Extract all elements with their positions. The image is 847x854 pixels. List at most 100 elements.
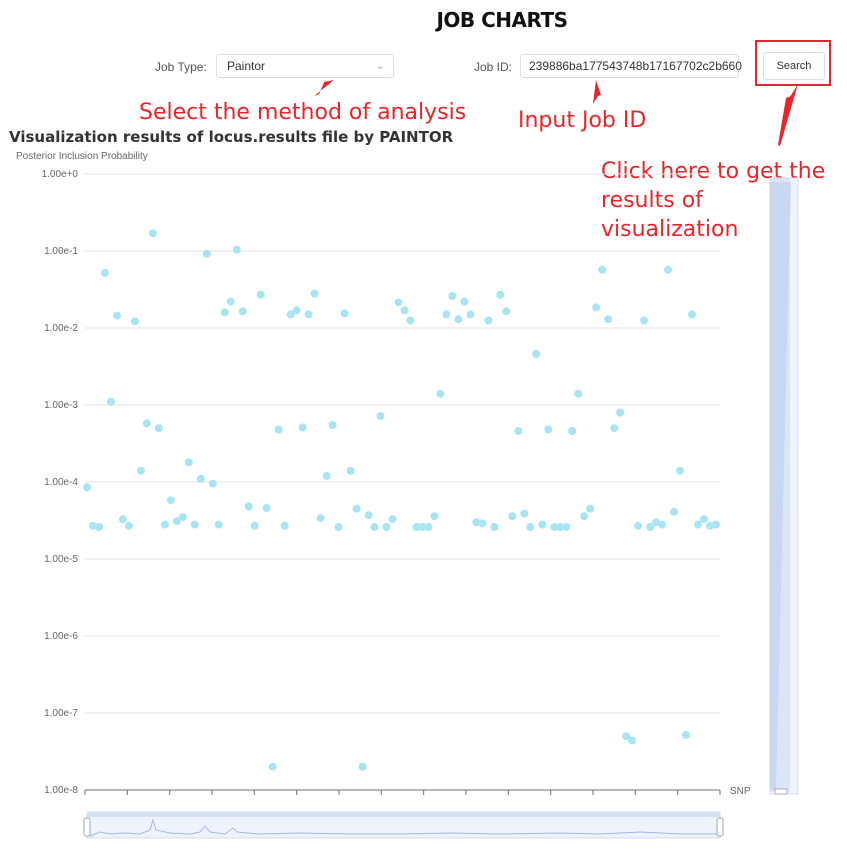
data-point[interactable] — [250, 521, 259, 530]
data-point[interactable] — [538, 520, 547, 529]
data-point[interactable] — [448, 292, 457, 300]
data-point[interactable] — [298, 423, 307, 432]
data-point[interactable] — [190, 520, 199, 529]
data-point[interactable] — [154, 424, 163, 433]
data-point[interactable] — [568, 427, 577, 435]
vertical-slider-handle[interactable] — [774, 788, 788, 795]
data-point[interactable] — [148, 229, 157, 238]
data-point[interactable] — [113, 311, 121, 320]
data-point[interactable] — [682, 730, 690, 739]
data-point[interactable] — [514, 427, 523, 435]
data-point[interactable] — [232, 245, 241, 254]
data-point[interactable] — [508, 512, 517, 521]
data-point[interactable] — [196, 474, 205, 483]
data-point[interactable] — [406, 316, 415, 325]
data-point[interactable] — [244, 502, 253, 511]
data-point[interactable] — [544, 425, 553, 434]
data-point[interactable] — [382, 523, 391, 531]
data-point[interactable] — [526, 523, 535, 531]
data-point[interactable] — [454, 315, 463, 324]
data-point[interactable] — [310, 289, 319, 298]
data-point[interactable] — [274, 425, 283, 434]
data-point[interactable] — [598, 265, 607, 274]
data-point[interactable] — [304, 310, 313, 319]
data-point[interactable] — [124, 521, 133, 530]
data-point[interactable] — [388, 515, 397, 524]
zoom-handle-left[interactable] — [83, 817, 91, 837]
data-point[interactable] — [496, 290, 505, 299]
data-point[interactable] — [592, 303, 601, 312]
data-point[interactable] — [712, 520, 720, 529]
data-point[interactable] — [130, 317, 139, 326]
data-point[interactable] — [226, 297, 235, 306]
zoom-handle-right[interactable] — [716, 817, 724, 837]
data-point[interactable] — [316, 514, 325, 523]
data-point[interactable] — [358, 762, 367, 771]
data-point[interactable] — [238, 307, 247, 316]
data-point[interactable] — [184, 458, 193, 467]
data-point[interactable] — [502, 307, 511, 316]
data-point[interactable] — [424, 523, 433, 531]
data-point[interactable] — [628, 736, 637, 745]
data-point[interactable] — [202, 249, 211, 258]
data-point[interactable] — [586, 504, 595, 513]
data-point[interactable] — [178, 513, 187, 522]
data-point[interactable] — [616, 408, 625, 417]
data-point[interactable] — [101, 268, 109, 277]
data-point[interactable] — [658, 520, 667, 529]
data-point[interactable] — [688, 310, 696, 319]
data-point[interactable] — [520, 509, 529, 518]
data-point[interactable] — [364, 511, 373, 520]
data-point[interactable] — [430, 512, 439, 521]
data-point[interactable] — [484, 316, 493, 325]
data-point[interactable] — [334, 523, 343, 531]
data-point[interactable] — [328, 421, 337, 429]
data-point[interactable] — [340, 309, 349, 318]
data-point[interactable] — [118, 515, 127, 524]
data-point[interactable] — [346, 466, 355, 475]
data-point[interactable] — [400, 306, 409, 315]
data-point[interactable] — [562, 523, 571, 531]
data-point[interactable] — [460, 297, 469, 306]
data-point[interactable] — [256, 290, 265, 299]
data-point[interactable] — [142, 419, 151, 428]
data-point[interactable] — [394, 298, 403, 307]
data-point[interactable] — [670, 507, 679, 516]
data-point[interactable] — [376, 412, 385, 420]
data-point[interactable] — [370, 523, 379, 531]
data-point[interactable] — [676, 466, 685, 475]
data-point[interactable] — [610, 424, 619, 433]
data-point[interactable] — [352, 504, 361, 513]
data-point[interactable] — [322, 471, 331, 480]
data-point[interactable] — [262, 504, 271, 512]
data-point[interactable] — [640, 316, 649, 325]
data-point[interactable] — [166, 496, 175, 505]
data-point[interactable] — [664, 265, 673, 274]
data-point[interactable] — [436, 389, 445, 398]
data-point[interactable] — [604, 315, 613, 324]
data-point[interactable] — [160, 520, 169, 529]
data-point[interactable] — [478, 519, 487, 528]
data-point[interactable] — [208, 479, 217, 488]
data-point[interactable] — [466, 310, 475, 319]
data-point[interactable] — [694, 520, 702, 529]
data-point[interactable] — [490, 523, 499, 531]
data-point[interactable] — [83, 483, 91, 492]
data-point[interactable] — [292, 306, 301, 315]
data-point[interactable] — [268, 762, 277, 771]
horizontal-data-zoom[interactable] — [83, 811, 724, 839]
data-point[interactable] — [532, 350, 541, 358]
data-point[interactable] — [442, 310, 451, 319]
data-point[interactable] — [634, 521, 643, 530]
data-point[interactable] — [95, 523, 103, 531]
y-tick-label: 1.00e-2 — [44, 323, 78, 334]
data-point[interactable] — [280, 521, 289, 530]
data-point[interactable] — [107, 397, 115, 406]
data-point[interactable] — [220, 308, 229, 317]
data-point[interactable] — [700, 515, 708, 524]
data-point[interactable] — [574, 389, 583, 398]
vertical-zoom-slider[interactable] — [769, 177, 799, 795]
data-point[interactable] — [136, 466, 145, 475]
data-point[interactable] — [580, 512, 589, 521]
data-point[interactable] — [214, 520, 223, 529]
